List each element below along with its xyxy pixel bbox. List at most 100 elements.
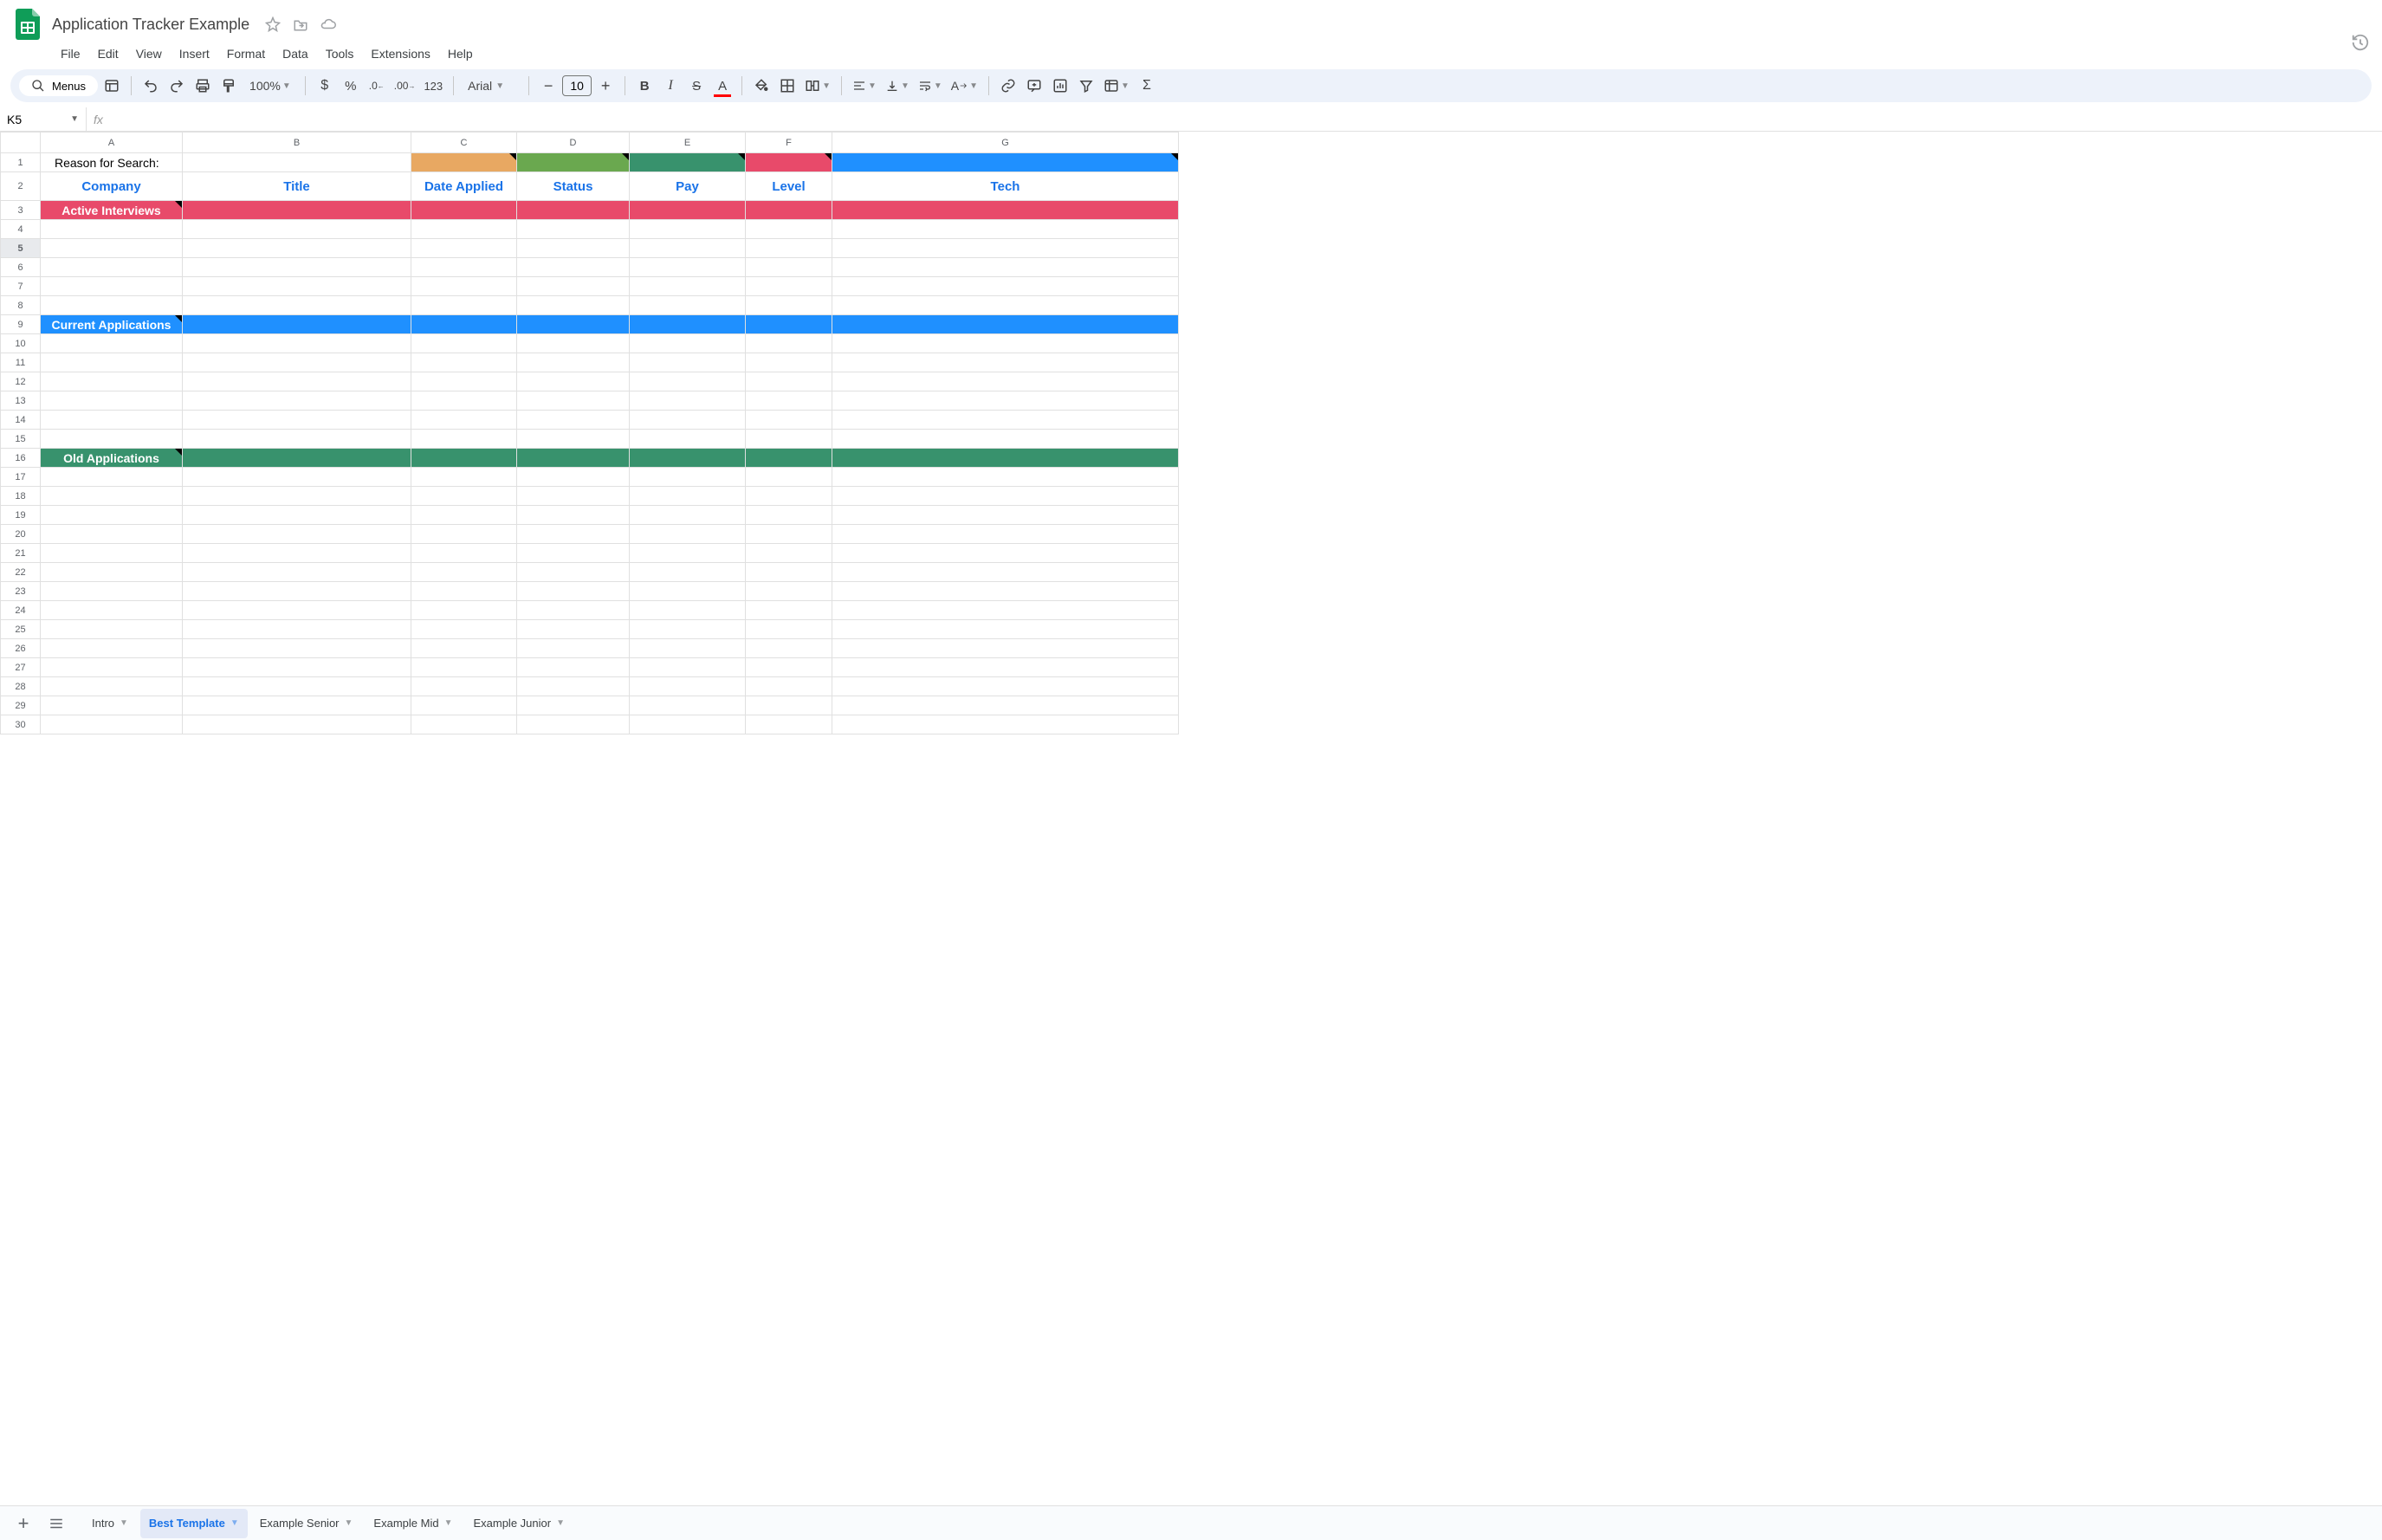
insert-link-icon[interactable] [996,73,1020,99]
cell-D15[interactable] [517,430,630,449]
cell-A14[interactable] [41,411,183,430]
cell-G24[interactable] [832,601,1179,620]
cell-G19[interactable] [832,506,1179,525]
cell-D29[interactable] [517,696,630,715]
cell-G21[interactable] [832,544,1179,563]
row-header-26[interactable]: 26 [1,639,41,658]
row-header-8[interactable]: 8 [1,296,41,315]
cell-E11[interactable] [630,353,746,372]
merge-cells-icon[interactable]: ▼ [801,73,834,99]
cell-B19[interactable] [183,506,411,525]
col-header-C[interactable]: C [411,133,517,153]
cell-D8[interactable] [517,296,630,315]
cell-E28[interactable] [630,677,746,696]
cell-C12[interactable] [411,372,517,391]
cell-E4[interactable] [630,220,746,239]
print-icon[interactable] [191,73,215,99]
cell-G11[interactable] [832,353,1179,372]
cell-D12[interactable] [517,372,630,391]
cell-E1[interactable] [630,153,746,172]
menu-data[interactable]: Data [275,43,315,64]
cell-A1[interactable]: Reason for Search: [41,153,183,172]
row-header-6[interactable]: 6 [1,258,41,277]
strikethrough-icon[interactable]: S [684,73,709,99]
cell-D23[interactable] [517,582,630,601]
cell-A3[interactable]: Active Interviews [41,201,183,220]
cell-F27[interactable] [746,658,832,677]
cell-F24[interactable] [746,601,832,620]
bold-icon[interactable]: B [632,73,657,99]
menu-view[interactable]: View [129,43,169,64]
row-header-21[interactable]: 21 [1,544,41,563]
cell-C20[interactable] [411,525,517,544]
cell-A4[interactable] [41,220,183,239]
cell-C1[interactable] [411,153,517,172]
cell-B22[interactable] [183,563,411,582]
cell-G6[interactable] [832,258,1179,277]
cell-D7[interactable] [517,277,630,296]
cell-D30[interactable] [517,715,630,734]
row-header-5[interactable]: 5 [1,239,41,258]
row-header-16[interactable]: 16 [1,449,41,468]
cell-F16[interactable] [746,449,832,468]
cell-B21[interactable] [183,544,411,563]
cell-F25[interactable] [746,620,832,639]
cell-F5[interactable] [746,239,832,258]
cell-B25[interactable] [183,620,411,639]
cell-G18[interactable] [832,487,1179,506]
row-header-12[interactable]: 12 [1,372,41,391]
cell-C22[interactable] [411,563,517,582]
row-header-29[interactable]: 29 [1,696,41,715]
move-icon[interactable] [293,16,308,32]
document-title[interactable]: Application Tracker Example [52,16,249,34]
cell-B24[interactable] [183,601,411,620]
cell-D16[interactable] [517,449,630,468]
cell-D22[interactable] [517,563,630,582]
col-header-A[interactable]: A [41,133,183,153]
row-header-4[interactable]: 4 [1,220,41,239]
horizontal-scrollbar[interactable] [40,1493,2382,1505]
row-header-10[interactable]: 10 [1,334,41,353]
cell-F1[interactable] [746,153,832,172]
cell-D2[interactable]: Status [517,172,630,201]
cell-B18[interactable] [183,487,411,506]
cell-G8[interactable] [832,296,1179,315]
all-sheets-icon[interactable] [42,1509,71,1538]
row-header-28[interactable]: 28 [1,677,41,696]
cell-C5[interactable] [411,239,517,258]
cell-C2[interactable]: Date Applied [411,172,517,201]
cell-C23[interactable] [411,582,517,601]
cell-G13[interactable] [832,391,1179,411]
cell-D10[interactable] [517,334,630,353]
cell-A8[interactable] [41,296,183,315]
cell-F21[interactable] [746,544,832,563]
cloud-status-icon[interactable] [320,16,336,32]
cell-D6[interactable] [517,258,630,277]
cell-G10[interactable] [832,334,1179,353]
cell-G4[interactable] [832,220,1179,239]
cell-A13[interactable] [41,391,183,411]
row-header-7[interactable]: 7 [1,277,41,296]
cell-C10[interactable] [411,334,517,353]
cell-G1[interactable] [832,153,1179,172]
cell-C14[interactable] [411,411,517,430]
cell-C19[interactable] [411,506,517,525]
cell-A15[interactable] [41,430,183,449]
cell-E3[interactable] [630,201,746,220]
cell-B8[interactable] [183,296,411,315]
cell-A25[interactable] [41,620,183,639]
cell-E20[interactable] [630,525,746,544]
cell-E2[interactable]: Pay [630,172,746,201]
cell-C13[interactable] [411,391,517,411]
currency-icon[interactable]: $ [313,73,337,99]
spreadsheet-grid[interactable]: ABCDEFG1Reason for Search:2CompanyTitleD… [0,132,1179,734]
cell-G27[interactable] [832,658,1179,677]
cell-C6[interactable] [411,258,517,277]
cell-F23[interactable] [746,582,832,601]
cell-A23[interactable] [41,582,183,601]
cell-A2[interactable]: Company [41,172,183,201]
cell-G17[interactable] [832,468,1179,487]
undo-icon[interactable] [139,73,163,99]
cell-C30[interactable] [411,715,517,734]
cell-F2[interactable]: Level [746,172,832,201]
